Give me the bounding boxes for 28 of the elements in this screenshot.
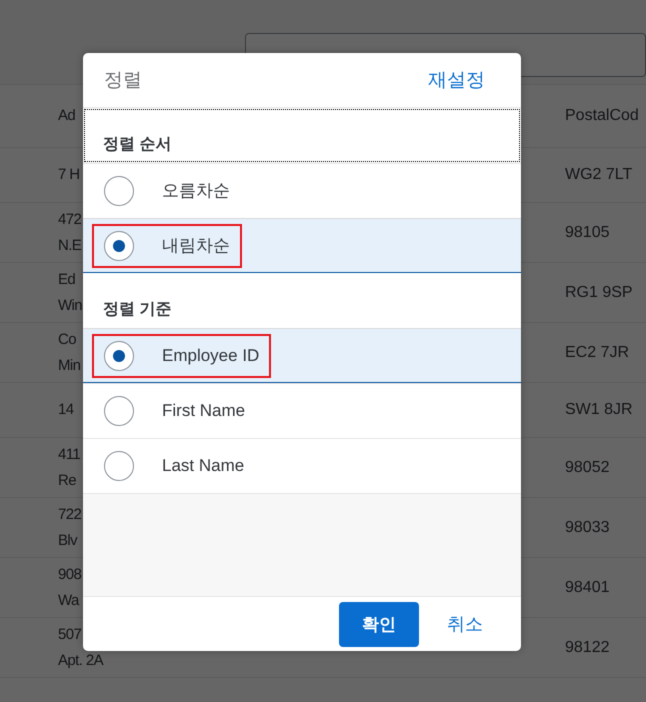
table-cell-text: WG2 7LT bbox=[565, 165, 632, 185]
option-label: Employee ID bbox=[162, 346, 260, 366]
table-cell-text: 411 Re bbox=[58, 444, 80, 490]
option-label: 오름차순 bbox=[162, 180, 230, 202]
option-label: 내림차순 bbox=[162, 235, 230, 257]
table-cell-text: EC2 7JR bbox=[565, 342, 630, 362]
table-cell-text: Co Min bbox=[58, 330, 80, 376]
table-cell-text: 98052 bbox=[565, 458, 610, 478]
section-title: 정렬 순서 bbox=[103, 135, 172, 155]
table-cell-text: SW1 8JR bbox=[565, 400, 633, 420]
table-cell-text: 7 H bbox=[58, 165, 80, 185]
table-cell-text: 98105 bbox=[565, 222, 610, 242]
option-label: First Name bbox=[162, 400, 246, 420]
section-title: 정렬 기준 bbox=[103, 300, 172, 320]
table-cell-text: 14 bbox=[58, 400, 74, 420]
table-cell-text: 507 Apt. 2A bbox=[58, 624, 103, 670]
table-cell-text: RG1 9SP bbox=[565, 282, 633, 302]
column-header: Ad bbox=[58, 106, 76, 126]
table-cell-text: 472 N.E bbox=[58, 210, 82, 256]
column-header: PostalCod bbox=[565, 106, 639, 126]
dialog-title: 정렬 bbox=[104, 69, 142, 93]
table-cell-text: 98033 bbox=[565, 518, 610, 538]
option-label: Last Name bbox=[162, 456, 244, 476]
table-cell-text: 98401 bbox=[565, 578, 610, 598]
table-cell-text: 722 Blv bbox=[58, 504, 82, 550]
table-cell-text: Ed Win bbox=[58, 270, 82, 316]
table-cell-text: 98122 bbox=[565, 638, 610, 658]
table-cell-text: 908 Wa bbox=[58, 564, 82, 610]
